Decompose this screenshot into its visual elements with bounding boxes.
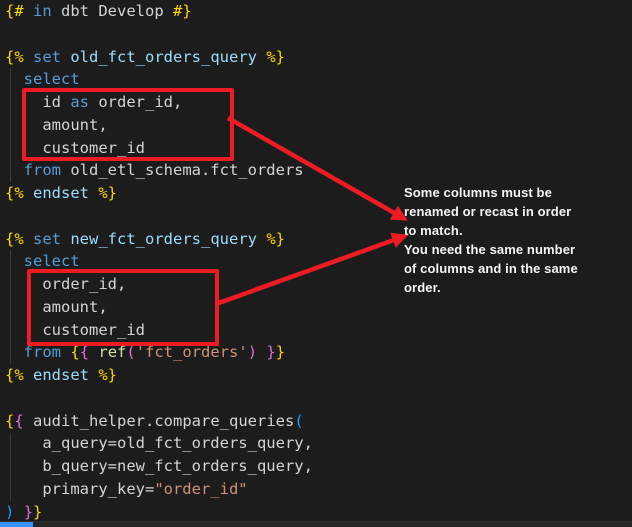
code-token xyxy=(89,343,98,361)
code-line xyxy=(5,387,313,410)
code-token: as xyxy=(70,93,89,111)
code-token: "order_id" xyxy=(154,480,247,498)
code-token: endset xyxy=(33,366,89,384)
code-token xyxy=(61,230,70,248)
code-token: } xyxy=(33,503,42,521)
code-token: order_id, xyxy=(89,93,182,111)
code-token: old_fct_orders_query xyxy=(70,48,257,66)
code-token: %} xyxy=(98,184,117,202)
code-token: amount, xyxy=(5,298,108,316)
code-text[interactable]: {# in dbt Develop #} {% set old_fct_order… xyxy=(5,0,313,523)
code-line: from old_etl_schema.fct_orders xyxy=(5,159,313,182)
code-token: {% xyxy=(5,48,33,66)
horizontal-scrollbar[interactable] xyxy=(0,521,632,527)
callout-note-line: order. xyxy=(404,278,578,297)
code-token: set xyxy=(33,48,61,66)
code-token: from xyxy=(24,343,61,361)
code-token: ) xyxy=(5,503,14,521)
code-line: select xyxy=(5,68,313,91)
code-line xyxy=(5,23,313,46)
code-line: {{ audit_helper.compare_queries( xyxy=(5,410,313,433)
code-token: ref xyxy=(98,343,126,361)
code-token: 'fct_orders' xyxy=(136,343,248,361)
code-token xyxy=(14,503,23,521)
callout-note-line: of columns and in the same xyxy=(404,259,578,278)
code-token: old_etl_schema.fct_orders xyxy=(61,161,304,179)
code-token: endset xyxy=(33,184,89,202)
code-token: { xyxy=(14,412,23,430)
code-token xyxy=(257,230,266,248)
code-token: %} xyxy=(98,366,117,384)
code-token: {% xyxy=(5,366,33,384)
code-line: b_query=new_fct_orders_query, xyxy=(5,455,313,478)
code-token xyxy=(89,184,98,202)
callout-note-line: Some columns must be xyxy=(404,183,578,202)
code-token: order_id, xyxy=(5,275,126,293)
code-line: select xyxy=(5,250,313,273)
code-token xyxy=(5,252,24,270)
code-line: {% set old_fct_orders_query %} xyxy=(5,46,313,69)
callout-note-line: You need the same number xyxy=(404,240,578,259)
code-token xyxy=(257,343,266,361)
code-line: {% endset %} xyxy=(5,364,313,387)
code-token: id xyxy=(5,93,70,111)
code-token: select xyxy=(24,70,80,88)
code-line: from {{ ref('fct_orders') }} xyxy=(5,341,313,364)
scrollbar-thumb[interactable] xyxy=(0,522,33,527)
code-token: in xyxy=(33,2,52,20)
code-token: { xyxy=(70,343,79,361)
code-token: ) xyxy=(248,343,257,361)
code-token: ( xyxy=(126,343,135,361)
code-editor[interactable]: {# in dbt Develop #} {% set old_fct_order… xyxy=(0,0,632,527)
code-token: %} xyxy=(266,48,285,66)
code-line: {# in dbt Develop #} xyxy=(5,0,313,23)
code-line: {% endset %} xyxy=(5,182,313,205)
code-line: amount, xyxy=(5,114,313,137)
code-token: new_fct_orders_query xyxy=(70,230,257,248)
callout-note-line: to match. xyxy=(404,221,578,240)
code-token xyxy=(257,48,266,66)
code-token xyxy=(5,343,24,361)
code-token: } xyxy=(276,343,285,361)
code-token: {% xyxy=(5,230,33,248)
code-token: {% xyxy=(5,184,33,202)
code-token xyxy=(89,366,98,384)
code-token xyxy=(5,70,24,88)
code-token: b_query=new_fct_orders_query, xyxy=(5,457,313,475)
code-token: { xyxy=(5,412,14,430)
code-token xyxy=(61,48,70,66)
code-line: a_query=old_fct_orders_query, xyxy=(5,432,313,455)
code-line: order_id, xyxy=(5,273,313,296)
code-token: } xyxy=(24,503,33,521)
code-line: customer_id xyxy=(5,137,313,160)
callout-note: Some columns must berenamed or recast in… xyxy=(404,183,578,297)
code-line: {% set new_fct_orders_query %} xyxy=(5,228,313,251)
code-token: from xyxy=(24,161,61,179)
code-token: primary_key= xyxy=(5,480,154,498)
code-line xyxy=(5,205,313,228)
code-token: { xyxy=(80,343,89,361)
code-line: ) }} xyxy=(5,501,313,524)
code-token: {# xyxy=(5,2,33,20)
code-line: primary_key="order_id" xyxy=(5,478,313,501)
code-token: } xyxy=(266,343,275,361)
code-token xyxy=(61,343,70,361)
code-token: dbt Develop xyxy=(52,2,173,20)
code-line: amount, xyxy=(5,296,313,319)
code-token: ( xyxy=(294,412,303,430)
code-token: #} xyxy=(173,2,192,20)
code-token: set xyxy=(33,230,61,248)
code-token: customer_id xyxy=(5,139,145,157)
code-token xyxy=(5,161,24,179)
callout-note-line: renamed or recast in order xyxy=(404,202,578,221)
code-token: customer_id xyxy=(5,321,145,339)
code-line: id as order_id, xyxy=(5,91,313,114)
code-token: amount, xyxy=(5,116,108,134)
code-token: %} xyxy=(266,230,285,248)
code-line: customer_id xyxy=(5,319,313,342)
code-token: select xyxy=(24,252,80,270)
code-token: a_query=old_fct_orders_query, xyxy=(5,434,313,452)
code-token: audit_helper.compare_queries xyxy=(24,412,295,430)
